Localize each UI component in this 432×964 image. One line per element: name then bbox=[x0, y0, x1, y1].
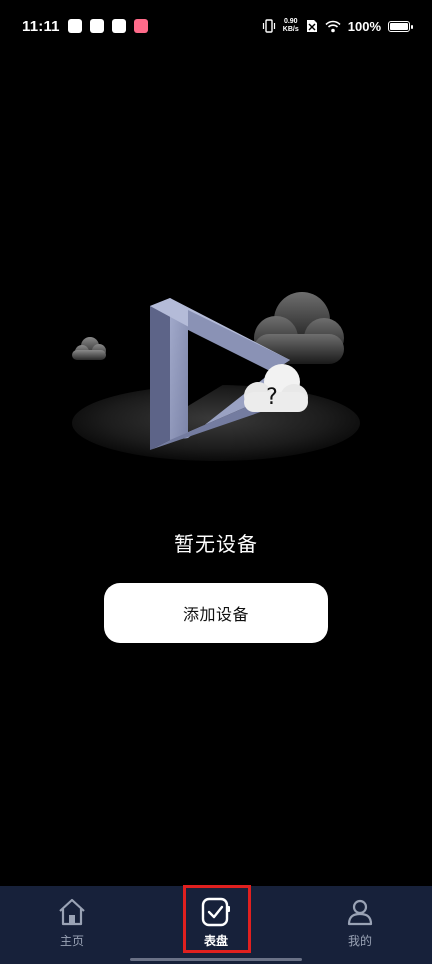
status-left: 11:11 bbox=[22, 18, 148, 35]
app-badge-icon bbox=[133, 19, 148, 33]
network-speed-value: 0.90 bbox=[283, 18, 298, 25]
battery-icon bbox=[388, 20, 413, 32]
status-right: 0.90 KB/s 100% bbox=[262, 18, 413, 34]
mail-notification-icon bbox=[89, 19, 104, 33]
profile-icon bbox=[347, 899, 373, 926]
small-cloud-shape bbox=[72, 337, 106, 360]
add-device-button[interactable]: 添加设备 bbox=[104, 583, 328, 643]
nav-label-watch-face: 表盘 bbox=[203, 934, 228, 948]
nav-item-profile[interactable]: 我的 bbox=[305, 886, 415, 949]
svg-text:?: ? bbox=[266, 385, 278, 410]
nav-label-home: 主页 bbox=[59, 934, 84, 948]
watch-face-icon bbox=[201, 897, 230, 927]
no-sim-icon bbox=[306, 20, 317, 32]
app-notification-icon bbox=[67, 19, 82, 33]
bottom-navigation: 主页 表盘 我的 bbox=[0, 886, 432, 964]
status-time: 11:11 bbox=[22, 17, 60, 35]
network-speed: 0.90 KB/s bbox=[283, 18, 299, 34]
home-indicator bbox=[130, 958, 302, 961]
battery-percent: 100% bbox=[347, 18, 381, 34]
status-bar: 11:11 0.90 KB/s 100% bbox=[0, 0, 432, 52]
network-speed-unit: KB/s bbox=[282, 26, 299, 33]
empty-state-illustration: ? bbox=[72, 292, 360, 461]
wifi-icon bbox=[325, 20, 341, 32]
nav-item-home[interactable]: 主页 bbox=[17, 886, 127, 949]
empty-state-message: 暂无设备 bbox=[174, 532, 258, 556]
vibrate-icon bbox=[262, 19, 275, 33]
home-icon bbox=[59, 898, 85, 926]
nav-item-watch-face[interactable]: 表盘 bbox=[161, 886, 271, 949]
question-cloud-icon: ? bbox=[244, 364, 308, 412]
cat-notification-icon bbox=[111, 19, 126, 33]
nav-label-profile: 我的 bbox=[347, 934, 372, 948]
